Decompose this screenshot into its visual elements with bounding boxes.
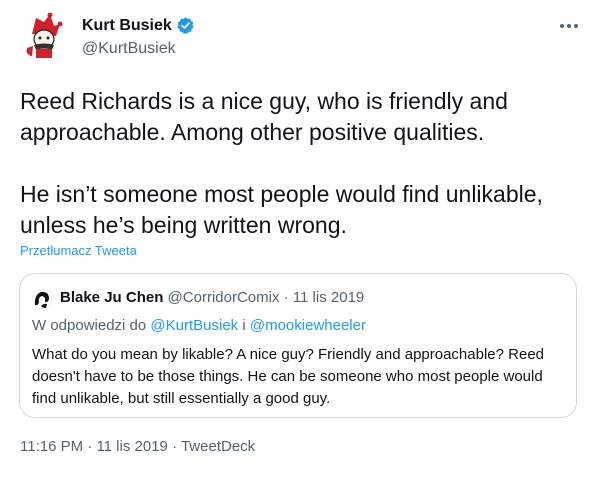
reply-joiner: i — [242, 317, 246, 334]
quoted-tweet-header: Blake Ju Chen @CorridorComix · 11 lis 20… — [60, 289, 364, 306]
verified-badge-icon — [176, 16, 195, 35]
jester-avatar-icon[interactable] — [20, 12, 68, 60]
tweet-header: Kurt Busiek @KurtBusiek — [20, 10, 580, 74]
quoted-reply-context: W odpowiedzi do @KurtBusiek i @mookiewhe… — [32, 317, 366, 334]
author-handle[interactable]: @KurtBusiek — [82, 40, 176, 58]
tweet-date-link[interactable]: 11 lis 2019 — [96, 438, 167, 455]
tweet-text: Reed Richards is a nice guy, who is frie… — [20, 88, 543, 238]
tweet-footer: 11:16 PM · 11 lis 2019 · TweetDeck — [20, 438, 255, 455]
quoted-separator: · — [283, 289, 289, 306]
quoted-tweet-card[interactable]: Blake Ju Chen @CorridorComix · 11 lis 20… — [19, 273, 577, 418]
quoted-author-handle: @CorridorComix — [167, 289, 280, 306]
quoted-tweet-text: What do you mean by likable? A nice guy?… — [32, 346, 544, 407]
tweet-source-link[interactable]: TweetDeck — [181, 438, 255, 455]
reply-prefix: W odpowiedzi do — [32, 317, 147, 334]
quoted-date: 11 lis 2019 — [292, 289, 365, 306]
reply-mention-kurtbusiek[interactable]: @KurtBusiek — [150, 317, 238, 334]
profile-avatar-icon — [32, 289, 52, 309]
translate-tweet-link[interactable]: Przetłumacz Tweeta — [20, 243, 137, 258]
author-display-name[interactable]: Kurt Busiek — [82, 17, 172, 35]
footer-separator-1: · — [87, 438, 93, 455]
author-name-row: Kurt Busiek — [82, 16, 195, 35]
more-options-icon[interactable] — [558, 18, 580, 34]
reply-mention-mookiewheeler[interactable]: @mookiewheeler — [250, 317, 366, 334]
tweet-timestamp-link[interactable]: 11:16 PM — [20, 438, 83, 455]
quoted-author-name: Blake Ju Chen — [60, 289, 164, 306]
footer-separator-2: · — [172, 438, 178, 455]
